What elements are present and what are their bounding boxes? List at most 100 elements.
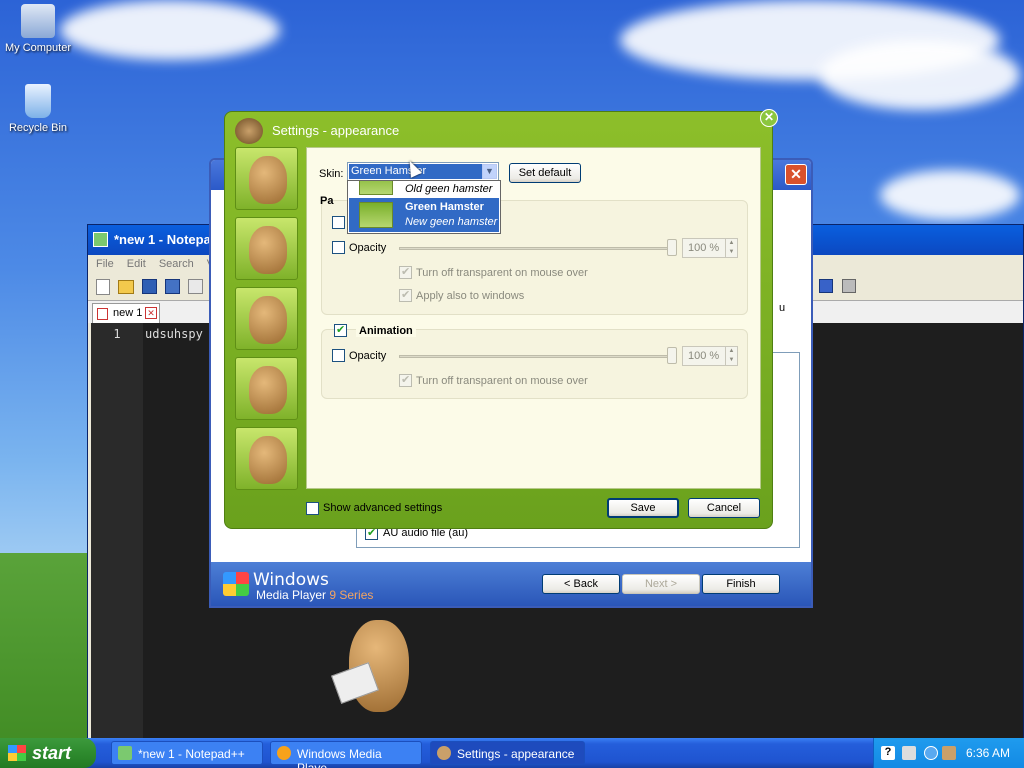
save-all-icon[interactable] bbox=[165, 279, 180, 294]
document-icon bbox=[97, 308, 108, 320]
sidebar-item-clock[interactable] bbox=[235, 287, 298, 350]
animation-opacity-checkbox[interactable] bbox=[332, 349, 345, 362]
notepad-icon bbox=[118, 746, 132, 760]
show-advanced-label: Show advanced settings bbox=[323, 502, 443, 514]
animation-opacity-value: 100 % bbox=[688, 350, 720, 362]
finish-button[interactable]: Finish bbox=[702, 574, 780, 594]
line-gutter: 1 bbox=[91, 323, 143, 743]
apply-windows-label: Apply also to windows bbox=[416, 290, 525, 302]
hamster-tray-icon[interactable] bbox=[942, 746, 956, 760]
set-default-button[interactable]: Set default bbox=[509, 163, 581, 183]
sidebar-item-download[interactable] bbox=[235, 427, 298, 490]
group1-enable-checkbox[interactable] bbox=[332, 216, 345, 229]
taskbar-item-notepad[interactable]: *new 1 - Notepad++ bbox=[111, 741, 263, 765]
group1-opacity-slider[interactable] bbox=[399, 247, 671, 250]
forward-icon[interactable] bbox=[819, 279, 833, 293]
save-icon[interactable] bbox=[142, 279, 157, 294]
wmp-partial-text: u bbox=[779, 302, 786, 314]
animation-transparent-checkbox[interactable] bbox=[399, 373, 412, 387]
media-player-icon bbox=[277, 746, 291, 760]
animation-opacity-label: Opacity bbox=[349, 350, 387, 362]
recycle-bin-desktop-icon[interactable]: Recycle Bin bbox=[0, 84, 78, 134]
menu-file[interactable]: File bbox=[96, 258, 114, 270]
spin-arrows-icon[interactable]: ▲ ▼ bbox=[725, 239, 737, 257]
taskbar-item-label: Windows Media Playe... bbox=[297, 747, 382, 768]
skin-thumbnail-icon bbox=[359, 202, 393, 228]
tab-label: new 1 bbox=[113, 307, 143, 319]
skin-dropdown-list[interactable]: Old geen hamster Green Hamster New geen … bbox=[347, 180, 501, 234]
animation-checkbox[interactable] bbox=[334, 323, 347, 337]
animation-transparent-label: Turn off transparent on mouse over bbox=[416, 375, 588, 387]
animation-opacity-spinner[interactable]: 100 % ▲ ▼ bbox=[682, 346, 738, 366]
cancel-button[interactable]: Cancel bbox=[688, 498, 760, 518]
show-advanced-checkbox[interactable] bbox=[306, 502, 319, 515]
start-label: start bbox=[32, 743, 72, 763]
hamster-headphones-icon bbox=[249, 366, 287, 414]
sidebar-item-appearance[interactable] bbox=[235, 217, 298, 280]
hamster-download-icon bbox=[249, 436, 287, 484]
system-tray: ? 6:36 AM bbox=[873, 738, 1024, 768]
animation-opacity-slider[interactable] bbox=[399, 355, 671, 358]
recycle-bin-label: Recycle Bin bbox=[8, 122, 68, 134]
menu-edit[interactable]: Edit bbox=[127, 258, 146, 270]
windows-flag-icon bbox=[8, 745, 26, 761]
skin-option-name: Green Hamster bbox=[405, 201, 484, 213]
group1-opacity-checkbox[interactable] bbox=[332, 241, 345, 254]
apply-windows-checkbox[interactable] bbox=[399, 288, 412, 302]
recycle-bin-icon bbox=[25, 84, 51, 118]
close-icon[interactable]: ✕ bbox=[760, 109, 778, 127]
hamster-clock-icon bbox=[249, 296, 287, 344]
wmp-brand-name: Media Player bbox=[256, 588, 327, 602]
new-file-icon[interactable] bbox=[96, 279, 110, 295]
sidebar-item-sound[interactable] bbox=[235, 357, 298, 420]
tab-close-icon[interactable]: ✕ bbox=[145, 307, 157, 319]
chevron-left-icon[interactable] bbox=[924, 746, 938, 760]
windows-logo-icon bbox=[223, 572, 249, 596]
chevron-down-icon[interactable]: ▼ bbox=[482, 164, 497, 179]
skin-option-desc: New geen hamster bbox=[405, 216, 498, 228]
network-icon[interactable] bbox=[902, 746, 916, 760]
skin-option-green[interactable]: Green Hamster New geen hamster bbox=[349, 198, 499, 232]
group1-opacity-spinner[interactable]: 100 % ▲ ▼ bbox=[682, 238, 738, 258]
panel-icon[interactable] bbox=[842, 279, 856, 293]
group1-transparent-label: Turn off transparent on mouse over bbox=[416, 267, 588, 279]
wmp-brand-windows: Windows bbox=[253, 570, 329, 590]
save-button[interactable]: Save bbox=[607, 498, 679, 518]
my-computer-icon bbox=[21, 4, 55, 38]
skin-select[interactable]: Green Hamster ▼ bbox=[347, 162, 499, 181]
close-icon[interactable]: ✕ bbox=[785, 164, 807, 185]
taskbar-item-settings[interactable]: Settings - appearance bbox=[430, 741, 585, 765]
animation-slider-thumb[interactable] bbox=[667, 347, 677, 364]
skin-option-old[interactable]: Old geen hamster bbox=[349, 181, 499, 199]
start-button[interactable]: start bbox=[0, 738, 96, 768]
hamster-football-icon bbox=[249, 156, 287, 204]
clock[interactable]: 6:36 AM bbox=[966, 746, 1010, 760]
group1-transparent-checkbox[interactable] bbox=[399, 265, 412, 279]
settings-icon bbox=[437, 746, 451, 760]
notepad-app-icon bbox=[93, 232, 108, 247]
back-button[interactable]: < Back bbox=[542, 574, 620, 594]
wmp-brand-product: Media Player 9 Series bbox=[256, 588, 373, 602]
sidebar-item-football[interactable] bbox=[235, 147, 298, 210]
taskbar-item-label: *new 1 - Notepad++ bbox=[138, 747, 245, 761]
taskbar-item-media-player[interactable]: Windows Media Playe... bbox=[270, 741, 422, 768]
wmp-brand-series: 9 Series bbox=[329, 588, 374, 602]
close-file-icon[interactable] bbox=[188, 279, 203, 294]
help-icon[interactable]: ? bbox=[881, 746, 895, 760]
group1-slider-thumb[interactable] bbox=[667, 239, 677, 256]
tab-new-1[interactable]: new 1 ✕ bbox=[92, 303, 160, 323]
my-computer-label: My Computer bbox=[4, 42, 72, 54]
menu-search[interactable]: Search bbox=[159, 258, 194, 270]
skin-label: Skin: bbox=[319, 168, 344, 180]
notepad-title: *new 1 - Notepa bbox=[114, 232, 211, 247]
group1-opacity-value: 100 % bbox=[688, 242, 720, 254]
open-file-icon[interactable] bbox=[118, 280, 134, 294]
next-button[interactable]: Next > bbox=[622, 574, 700, 594]
spin-arrows-icon[interactable]: ▲ ▼ bbox=[725, 347, 737, 365]
group1-title: Pa bbox=[320, 195, 334, 207]
taskbar: start *new 1 - Notepad++ Windows Media P… bbox=[0, 738, 1024, 768]
settings-title: Settings - appearance bbox=[272, 123, 400, 138]
my-computer-desktop-icon[interactable]: My Computer bbox=[0, 4, 78, 54]
wmp-footer: Windows Media Player 9 Series < Back Nex… bbox=[211, 562, 811, 606]
animation-group: Animation Opacity 100 % ▲▼ Turn off trans… bbox=[321, 323, 748, 399]
